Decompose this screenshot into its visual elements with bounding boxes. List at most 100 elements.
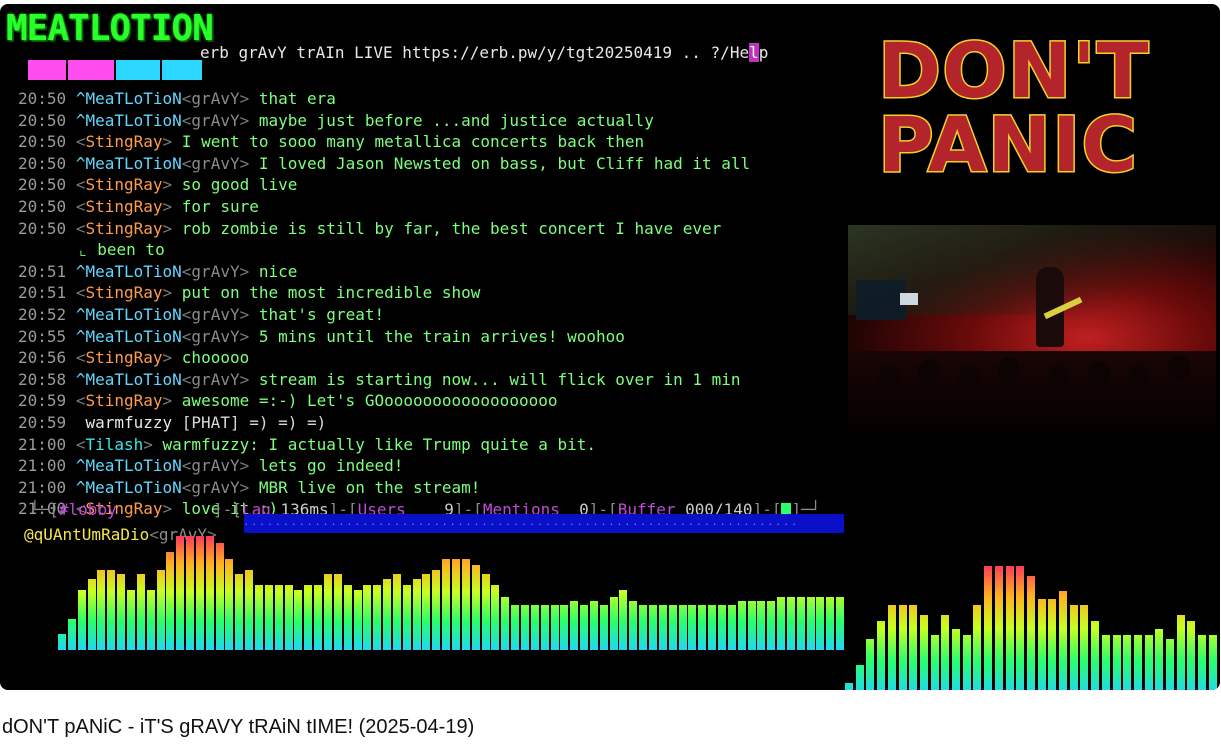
chat-message: 20:52 ^MeaTLoTioN<grAvY> that's great! xyxy=(18,304,385,324)
visualizer-bar xyxy=(77,590,86,650)
visualizer-bar xyxy=(1080,605,1089,690)
audio-visualizer-left xyxy=(58,534,845,650)
visualizer-bar xyxy=(412,579,421,650)
visualizer-bar xyxy=(708,605,717,650)
message-time: 21:00 xyxy=(18,434,67,454)
visualizer-bar xyxy=(599,605,608,650)
message-continuation: ⌞ been to xyxy=(78,240,165,260)
channel-name: #lobby xyxy=(58,500,117,519)
message-time: 20:59 xyxy=(18,412,67,432)
message-text: so good live xyxy=(181,175,298,195)
video-player[interactable]: MEATLOTION erb grAvY trAIn LIVE https://… xyxy=(0,4,1220,690)
message-nick: StingRay xyxy=(85,132,163,152)
message-nick: ^MeaTLoTioN xyxy=(75,153,182,173)
message-time: 20:50 xyxy=(18,153,67,173)
channel-topic: erb grAvY trAIn LIVE https://erb.pw/y/tg… xyxy=(200,43,769,62)
visualizer-bar xyxy=(284,585,293,650)
visualizer-bar xyxy=(796,597,805,650)
message-text: awesome =:-) Let's GOoooooooooooooooooo xyxy=(181,391,558,411)
visualizer-bar xyxy=(688,605,697,650)
visualizer-bar xyxy=(727,605,736,650)
visualizer-bar xyxy=(343,585,352,650)
visualizer-bar xyxy=(136,574,145,650)
visualizer-bar xyxy=(97,570,106,650)
message-text: that's great! xyxy=(258,304,385,324)
chat-message: 21:00 ^MeaTLoTioN<grAvY> lets go indeed! xyxy=(18,456,404,476)
chat-log: 20:50 ^MeaTLoTioN<grAvY> that era 20:50 ^… xyxy=(18,88,848,520)
visualizer-bar xyxy=(930,635,939,690)
message-text: that era xyxy=(258,89,336,108)
visualizer-bar xyxy=(353,590,362,650)
message-text: nice xyxy=(258,261,298,281)
chat-message: 20:50 ^MeaTLoTioN<grAvY> maybe just befo… xyxy=(18,110,654,130)
visualizer-bar xyxy=(245,570,254,650)
visualizer-bar xyxy=(786,597,795,650)
visualizer-bar xyxy=(540,605,549,650)
message-text: chooooo xyxy=(181,348,250,368)
visualizer-bar xyxy=(530,605,539,650)
visualizer-bar xyxy=(166,552,175,650)
dont-panic-poster: DON'T PANIC xyxy=(877,26,1150,189)
visualizer-bar xyxy=(107,570,116,650)
message-time: 21:00 xyxy=(18,456,67,476)
message-nick: ^MeaTLoTioN xyxy=(75,326,182,346)
message-time: 20:51 xyxy=(18,283,67,303)
visualizer-bar xyxy=(146,590,155,650)
chat-message: 20:51 ^MeaTLoTioN<grAvY> nice xyxy=(18,261,298,281)
visualizer-bar xyxy=(117,574,126,650)
visualizer-bar xyxy=(1166,639,1174,690)
message-time: 20:52 xyxy=(18,304,67,324)
message-time: 20:56 xyxy=(18,348,67,368)
visualizer-bar xyxy=(1048,599,1057,690)
nick-suffix: grAvY xyxy=(191,477,240,497)
visualizer-bar xyxy=(737,601,746,650)
visualizer-bar xyxy=(570,601,579,650)
visualizer-bar xyxy=(176,536,185,650)
message-nick: StingRay xyxy=(85,348,163,368)
chat-message: 20:59 warmfuzzy [PHAT] =) =) =) xyxy=(18,412,848,434)
visualizer-bar xyxy=(898,605,907,690)
visualizer-bar xyxy=(962,635,971,690)
message-nick: ^MeaTLoTioN xyxy=(75,89,182,108)
visualizer-bar xyxy=(294,590,303,650)
visualizer-bar xyxy=(1016,566,1025,690)
visualizer-bar xyxy=(855,665,864,690)
visualizer-bar xyxy=(235,574,244,650)
message-text: MBR live on the stream! xyxy=(258,477,481,497)
message-time: 20:58 xyxy=(18,369,67,389)
message-time: 21:00 xyxy=(18,477,67,497)
chat-message: 20:58 ^MeaTLoTioN<grAvY> stream is start… xyxy=(18,369,741,389)
visualizer-bar xyxy=(481,574,490,650)
visualizer-bar xyxy=(619,590,628,650)
visualizer-bar xyxy=(471,565,480,650)
meatlotion-logo: MEATLOTION xyxy=(6,8,214,49)
chat-message: 20:59 <StingRay> awesome =:-) Let's GOoo… xyxy=(18,391,558,411)
message-time: 20:50 xyxy=(18,89,67,108)
visualizer-bar xyxy=(264,585,273,650)
nick-suffix: grAvY xyxy=(191,89,240,108)
visualizer-bar xyxy=(757,601,766,650)
visualizer-bar xyxy=(836,597,845,650)
visualizer-bar xyxy=(186,536,195,650)
visualizer-bar xyxy=(816,597,825,650)
nick-suffix: grAvY xyxy=(191,153,240,173)
message-text: [PHAT] =) =) =) xyxy=(181,412,327,432)
message-text: lets go indeed! xyxy=(258,456,404,476)
visualizer-bar xyxy=(589,601,598,650)
visualizer-bar xyxy=(1005,566,1014,690)
visualizer-bar xyxy=(1123,635,1132,690)
visualizer-bar xyxy=(717,605,726,650)
visualizer-bar xyxy=(560,605,569,650)
visualizer-bar xyxy=(777,597,786,650)
visualizer-bar xyxy=(806,597,815,650)
chat-message: 20:50 <StingRay> so good live xyxy=(18,175,298,195)
visualizer-bar xyxy=(461,559,470,650)
visualizer-bar xyxy=(994,566,1003,690)
visualizer-bar xyxy=(1198,635,1207,690)
visualizer-bar xyxy=(304,585,313,650)
nick-suffix: grAvY xyxy=(191,326,240,346)
visualizer-bar xyxy=(195,536,204,650)
visualizer-bar xyxy=(402,585,411,650)
visualizer-bar xyxy=(668,605,677,650)
chat-message: 20:50 <StingRay> I went to sooo many met… xyxy=(18,132,645,152)
